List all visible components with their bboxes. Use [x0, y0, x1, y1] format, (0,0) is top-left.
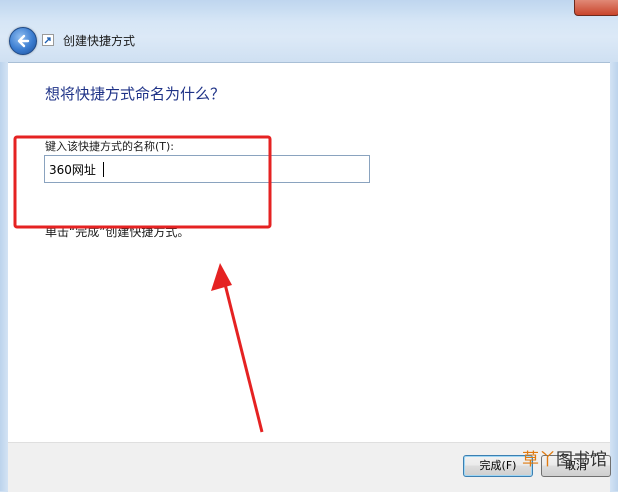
window-title: 创建快捷方式: [63, 34, 136, 48]
finish-hint: 单击“完成”创建快捷方式。: [45, 225, 190, 239]
page-heading: 想将快捷方式命名为什么？: [45, 85, 226, 103]
window-title-bar: [0, 0, 618, 62]
back-arrow-icon: [17, 34, 30, 48]
watermark-text-b: 图书馆: [556, 449, 607, 470]
shortcut-icon: [42, 34, 54, 46]
watermark: 草丫 图书馆: [522, 445, 614, 470]
back-button[interactable]: [9, 27, 37, 55]
text-caret: [103, 162, 104, 177]
shortcut-name-label: 键入该快捷方式的名称(T):: [45, 140, 175, 153]
shortcut-name-input[interactable]: [44, 155, 370, 183]
wizard-content: 想将快捷方式命名为什么？ 键入该快捷方式的名称(T): 单击“完成”创建快捷方式…: [8, 62, 610, 443]
window-frame-right: [610, 62, 618, 491]
window-frame-left: [0, 62, 8, 491]
wizard-footer: 完成(F) 取消: [8, 442, 611, 492]
watermark-text-a: 草丫: [522, 449, 556, 470]
close-button[interactable]: [574, 0, 618, 16]
